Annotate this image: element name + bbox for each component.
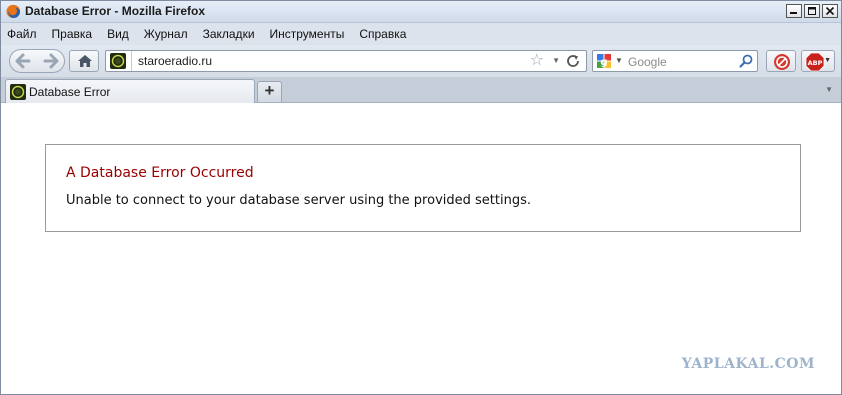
menu-tools[interactable]: Инструменты [270,27,345,41]
search-engine-dropdown-icon[interactable]: ▼ [615,56,623,65]
maximize-icon [808,7,816,15]
adblock-dropdown-icon[interactable]: ▼ [824,57,831,64]
home-icon [78,55,92,67]
site-favicon [110,53,126,69]
reload-icon[interactable] [565,53,581,69]
menu-bar: Файл Правка Вид Журнал Закладки Инструме… [1,23,841,45]
back-arrow-icon[interactable] [13,51,33,71]
addon-button[interactable] [766,50,796,72]
adblock-plus-button[interactable]: ABP ▼ [801,50,835,72]
menu-file[interactable]: Файл [7,27,37,41]
svg-text:ABP: ABP [808,59,823,67]
window-title: Database Error - Mozilla Firefox [25,4,206,18]
tab-favicon [10,84,26,100]
search-input[interactable]: Google [628,55,667,69]
menu-help[interactable]: Справка [359,27,406,41]
minimize-icon [790,12,797,14]
google-icon[interactable]: g [596,53,612,69]
watermark: YAPLAKAL.COM [681,356,815,372]
tab-list-dropdown-icon[interactable]: ▼ [825,85,833,94]
menu-view[interactable]: Вид [107,27,129,41]
adblock-plus-icon: ABP [805,52,825,72]
menu-bookmarks[interactable]: Закладки [203,27,255,41]
menu-edit[interactable]: Правка [52,27,93,41]
forward-arrow-icon[interactable] [41,51,61,71]
new-tab-button[interactable]: + [257,81,282,102]
firefox-icon [6,4,21,19]
maximize-button[interactable] [804,4,820,18]
browser-window: Database Error - Mozilla Firefox Файл Пр… [0,0,842,395]
error-container: A Database Error Occurred Unable to conn… [45,144,801,232]
window-controls [786,4,838,18]
svg-text:g: g [600,57,607,68]
back-forward-group [9,49,65,73]
menu-history[interactable]: Журнал [144,27,188,41]
tab-database-error[interactable]: Database Error [5,79,255,103]
navigation-toolbar: staroeradio.ru ☆ ▼ g ▼ Google ABP ▼ [1,45,841,77]
magnifier-icon[interactable] [738,53,754,69]
addon-icon [774,54,790,70]
url-dropdown-icon[interactable]: ▼ [552,56,560,65]
tab-label: Database Error [29,85,111,99]
page-content: A Database Error Occurred Unable to conn… [1,103,841,394]
tab-strip: Database Error + ▼ [1,77,841,103]
radio-icon [111,54,125,68]
url-text[interactable]: staroeradio.ru [138,54,212,68]
radio-icon [11,85,25,99]
close-icon [825,7,835,15]
address-bar[interactable]: staroeradio.ru ☆ ▼ [105,50,587,72]
error-heading: A Database Error Occurred [66,165,254,181]
search-bar[interactable]: g ▼ Google [592,50,758,72]
close-button[interactable] [822,4,838,18]
minimize-button[interactable] [786,4,802,18]
title-bar: Database Error - Mozilla Firefox [1,1,841,23]
url-separator [131,51,132,71]
home-button[interactable] [69,50,99,72]
error-message: Unable to connect to your database serve… [66,193,531,208]
star-icon[interactable]: ☆ [530,52,544,70]
